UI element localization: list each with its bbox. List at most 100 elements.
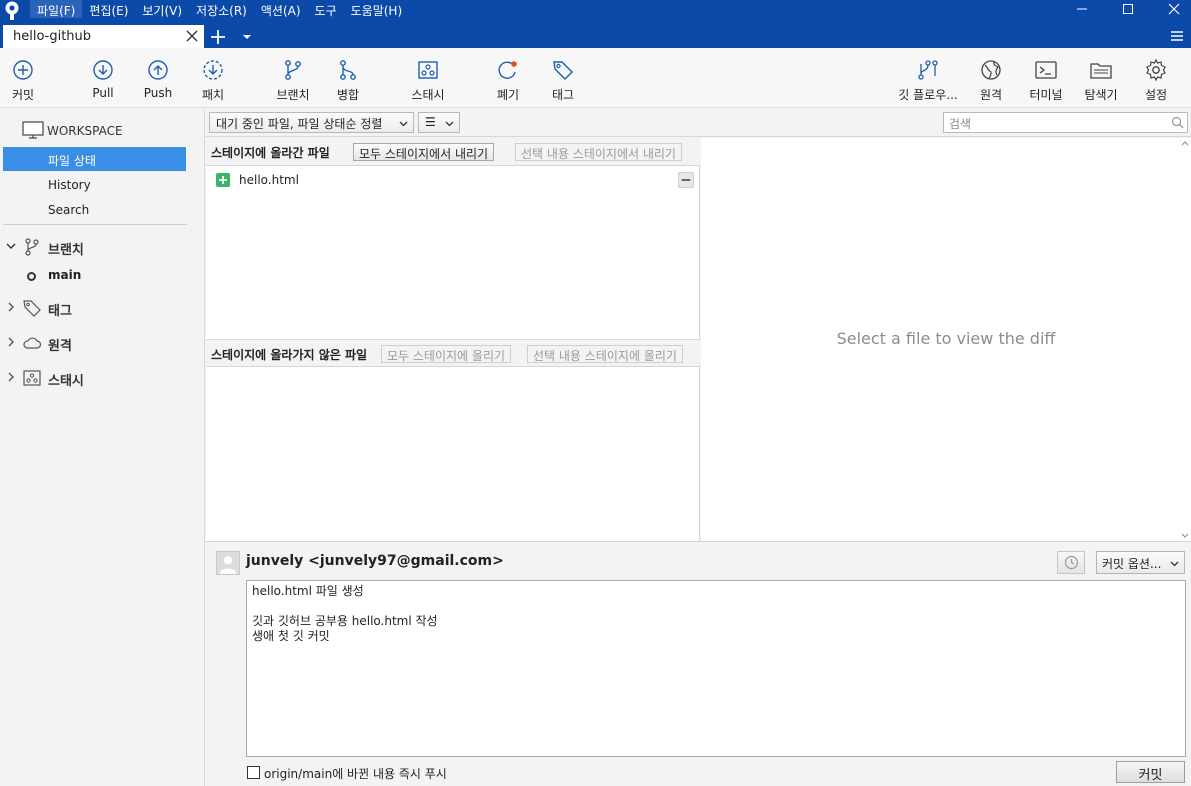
explorer-button[interactable]: 탐색기 [1080,48,1122,106]
added-file-plus-icon [216,173,230,187]
menu-repository[interactable]: 저장소(R) [189,0,254,18]
tab-label: hello-github [13,29,92,44]
unstaged-title: 스테이지에 올라가지 않은 파일 [211,348,368,362]
menu-tools[interactable]: 도구 [308,0,344,18]
close-window-button[interactable] [1151,0,1191,18]
tab-close-icon[interactable] [184,28,200,44]
staged-file-row[interactable]: hello.html [206,171,700,191]
push-immediately-checkbox[interactable] [247,766,260,779]
scroll-down-arrow-icon[interactable] [1180,531,1190,541]
cloud-icon [23,337,42,349]
settings-label: 설정 [1144,88,1168,102]
commit-message-textarea[interactable]: hello.html 파일 생성 깃과 깃허브 공부용 hello.html 작… [246,580,1186,757]
stash-box-icon [418,61,438,79]
git-flow-button[interactable]: 깃 플로우... [896,48,960,106]
tag-icon [553,61,573,80]
branch-button[interactable]: 브랜치 [270,48,316,106]
commit-toolbar-button[interactable]: 커밋 [0,48,46,106]
discard-button[interactable]: 폐기 [487,48,529,106]
sourcetree-logo-icon [5,1,19,20]
unstage-file-minus-icon[interactable] [678,172,694,188]
remote-label: 원격 [979,88,1003,102]
view-mode-select[interactable]: ☰ [418,112,460,133]
scroll-up-arrow-icon[interactable] [1180,138,1190,148]
minimize-icon [1077,8,1087,10]
unstage-selected-button[interactable]: 선택 내용 스테이지에서 내리기 [515,143,682,161]
hamburger-menu-icon[interactable] [1169,28,1185,44]
new-tab-plus-icon[interactable] [209,28,227,46]
diff-placeholder: Select a file to view the diff [836,329,1056,348]
sidebar-section-branches[interactable]: 브랜치 [5,236,195,258]
chevron-down-icon [6,243,16,249]
stash-box-icon [23,370,41,386]
pull-label: Pull [92,86,114,100]
menu-help[interactable]: 도움말(H) [344,0,410,18]
remotes-label: 원격 [48,339,72,354]
chevron-right-icon [8,337,14,347]
remote-button[interactable]: 원격 [970,48,1012,106]
menu-file[interactable]: 파일(F) [30,0,83,18]
commit-button[interactable]: 커밋 [1116,761,1185,783]
tag-label: 태그 [551,88,575,102]
stash-button[interactable]: 스태시 [403,48,453,106]
sidebar-section-tags[interactable]: 태그 [5,297,195,319]
commit-toolbar-label: 커밋 [11,88,35,102]
terminal-button[interactable]: 터미널 [1024,48,1068,106]
menu-bar: 파일(F) 편집(E) 보기(V) 저장소(R) 액션(A) 도구 도움말(H) [30,0,409,18]
arrow-up-circle-icon [148,60,168,80]
globe-icon [981,60,1001,80]
sidebar-divider [3,224,187,225]
commit-author: junvely <junvely97@gmail.com> [246,553,504,569]
merge-button[interactable]: 병합 [326,48,370,106]
title-bar: 파일(F) 편집(E) 보기(V) 저장소(R) 액션(A) 도구 도움말(H)… [0,0,1191,48]
chevron-right-icon [8,372,14,382]
merge-icon [340,60,356,80]
push-button[interactable]: Push [137,48,179,106]
fetch-button[interactable]: 패치 [192,48,234,106]
sidebar-item-file-status[interactable]: 파일 상태 [3,147,186,171]
tag-button[interactable]: 태그 [542,48,584,106]
unstaged-header: 스테이지에 올라가지 않은 파일 모두 스테이지에 올리기 선택 내용 스테이지… [206,339,700,367]
menu-actions[interactable]: 액션(A) [254,0,308,18]
commit-options-dropdown[interactable]: 커밋 옵션... [1096,551,1185,574]
avatar [216,551,240,575]
pull-button[interactable]: Pull [82,48,124,106]
sidebar-item-search[interactable]: Search [3,198,186,222]
plus-circle-icon [13,60,33,80]
sidebar: WORKSPACE 파일 상태 History Search 브랜치 main … [0,109,205,786]
arrow-down-circle-icon [93,60,113,80]
stage-all-button[interactable]: 모두 스테이지에 올리기 [381,345,512,363]
file-sort-select[interactable]: 대기 중인 파일, 파일 상태순 정렬 [209,112,414,133]
settings-button[interactable]: 설정 [1135,48,1177,106]
commit-message-line: 깃과 깃허브 공부용 hello.html 작성 [252,614,438,628]
file-filter-bar: 대기 중인 파일, 파일 상태순 정렬 ☰ 검색 [206,109,1191,137]
stashes-label: 스태시 [48,374,84,389]
push-immediately-label: origin/main에 바뀐 내용 즉시 푸시 [264,767,447,781]
merge-label: 병합 [336,88,360,102]
branches-label: 브랜치 [48,243,84,258]
staged-title: 스테이지에 올라간 파일 [211,146,330,160]
menu-edit[interactable]: 편집(E) [82,0,135,18]
minimize-button[interactable] [1059,0,1105,18]
branch-label: 브랜치 [276,88,310,102]
commit-history-button[interactable] [1057,551,1085,574]
current-branch-icon [27,272,36,281]
sidebar-section-remotes[interactable]: 원격 [5,332,195,354]
terminal-icon [1035,61,1057,79]
search-input[interactable]: 검색 [943,112,1188,133]
menu-view[interactable]: 보기(V) [135,0,189,18]
maximize-button[interactable] [1105,0,1151,18]
tab-hello-github[interactable]: hello-github [3,25,204,48]
clock-icon [1064,555,1079,570]
unstage-all-button[interactable]: 모두 스테이지에서 내리기 [353,143,495,161]
tab-list-chevron-down-icon[interactable] [240,30,254,44]
discard-refresh-icon [498,61,517,79]
sidebar-item-history[interactable]: History [3,173,186,197]
close-icon [1168,3,1180,15]
branch-main-label: main [48,268,82,282]
git-flow-icon [918,60,938,80]
file-sort-select-value: 대기 중인 파일, 파일 상태순 정렬 [216,117,383,131]
tags-label: 태그 [48,304,72,319]
sidebar-section-stashes[interactable]: 스태시 [5,367,195,389]
stage-selected-button[interactable]: 선택 내용 스테이지에 올리기 [527,345,683,363]
